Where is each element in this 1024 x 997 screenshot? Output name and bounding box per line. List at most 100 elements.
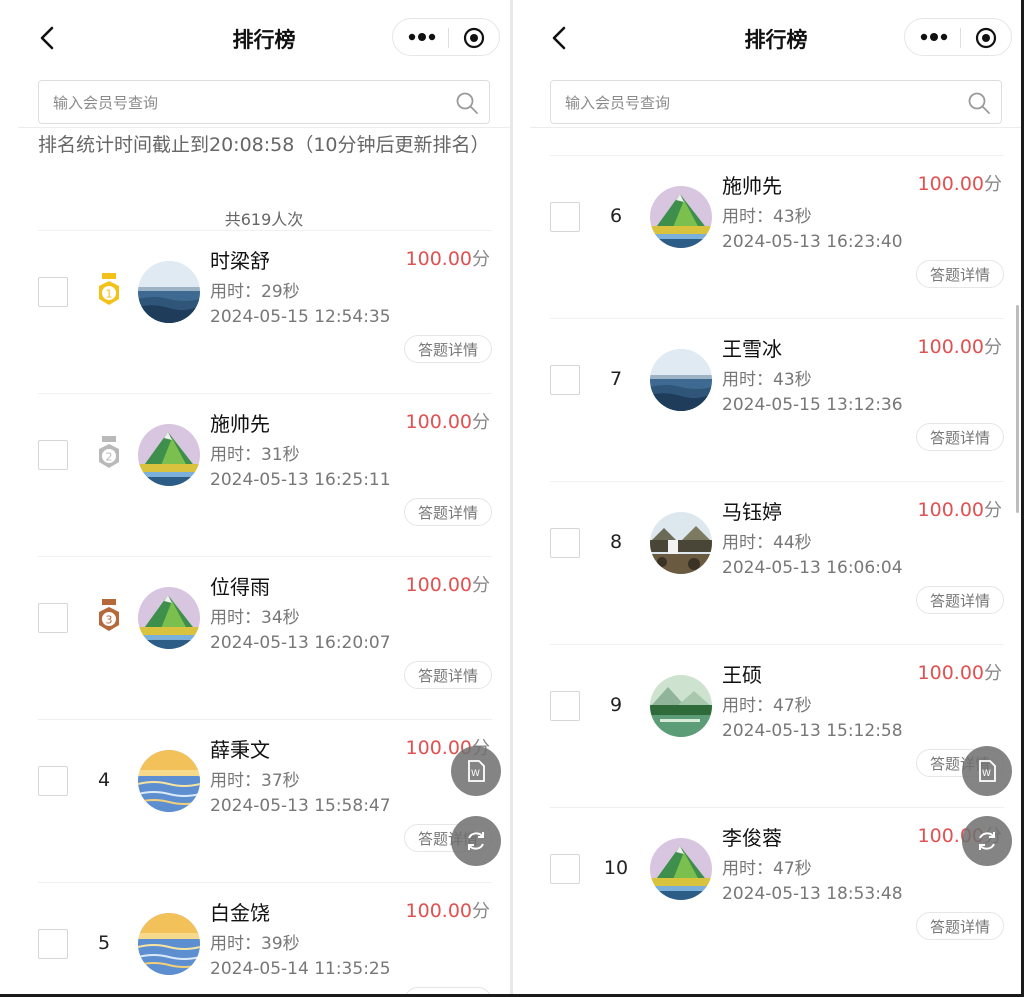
word-doc-icon: W: [979, 760, 996, 782]
word-doc-icon: W: [468, 760, 485, 782]
item-divider: [550, 644, 1004, 645]
select-checkbox[interactable]: [38, 929, 68, 959]
score-value: 100.00: [917, 499, 984, 521]
select-checkbox[interactable]: [550, 691, 580, 721]
waterfall-avatar: [650, 512, 712, 574]
refresh-icon: [979, 832, 995, 850]
answer-detail-button[interactable]: 答题详情: [404, 335, 492, 363]
search-icon[interactable]: [967, 91, 991, 115]
more-dots-icon[interactable]: [919, 28, 949, 46]
time-used: 用时：43秒: [722, 370, 812, 390]
item-divider: [38, 393, 492, 394]
close-target-icon[interactable]: [463, 27, 485, 49]
search-input[interactable]: [563, 89, 957, 117]
search-icon[interactable]: [455, 91, 479, 115]
search-input[interactable]: [51, 89, 445, 117]
mountain-avatar: [138, 587, 200, 649]
ranking-item: 6 施帅先 用时：43秒 2024-05-13 16:23:40 100.00分 答题详情: [512, 155, 1024, 318]
time-used: 用时：44秒: [722, 533, 812, 553]
score-unit: 分: [984, 663, 1002, 684]
ranking-item: 3 位得雨 用时：34秒 2024-05-13 16:20:07 100.00分 答题详情: [0, 556, 512, 719]
ranking-item: 4薛秉文用时：37秒2024-05-13 15:58:47100.00分答题详情: [0, 719, 512, 882]
nav-bar: 排行榜: [512, 0, 1024, 76]
header-divider: [530, 127, 1022, 128]
export-word-button[interactable]: W: [962, 746, 1012, 796]
item-divider: [38, 230, 492, 231]
mountain-avatar: [138, 424, 200, 486]
sunset-avatar: [138, 913, 200, 975]
mini-program-capsule: [904, 18, 1012, 56]
score-value: 100.00: [405, 411, 472, 433]
member-search-box: [550, 80, 1002, 124]
rank-number: 5: [97, 932, 111, 954]
member-name: 位得雨: [210, 575, 270, 599]
answer-detail-button[interactable]: 答题详情: [404, 498, 492, 526]
ranking-item: 7 王雪冰 用时：43秒 2024-05-15 13:12:36 100.00分 答题详情: [512, 318, 1024, 481]
score: 100.00分: [918, 659, 1002, 685]
item-divider: [38, 719, 492, 720]
nav-bar: 排行榜: [0, 0, 512, 76]
time-used: 用时：34秒: [210, 608, 300, 628]
ranking-notice: 排名统计时间截止到20:08:58（10分钟后更新排名）: [38, 134, 490, 156]
select-checkbox[interactable]: [550, 202, 580, 232]
mountain-avatar: [650, 186, 712, 248]
total-count: 共619人次: [224, 210, 304, 229]
answer-detail-button[interactable]: 答题详情: [916, 260, 1004, 288]
rank-number: 9: [609, 694, 623, 716]
rank-number: 7: [609, 368, 623, 390]
select-checkbox[interactable]: [38, 277, 68, 307]
select-checkbox[interactable]: [38, 440, 68, 470]
member-name: 王硕: [722, 663, 762, 687]
refresh-button[interactable]: [962, 816, 1012, 866]
score-unit: 分: [984, 337, 1002, 358]
mountain-avatar: [650, 838, 712, 900]
time-used: 用时：47秒: [722, 696, 812, 716]
select-checkbox[interactable]: [38, 766, 68, 796]
answer-detail-button[interactable]: 答题详情: [404, 661, 492, 689]
item-divider: [550, 481, 1004, 482]
submit-time: 2024-05-13 15:12:58: [722, 721, 903, 741]
close-target-icon[interactable]: [975, 27, 997, 49]
export-word-button[interactable]: W: [451, 746, 501, 796]
score-value: 100.00: [917, 662, 984, 684]
ranking-item: 1 时梁舒 用时：29秒 2024-05-15 12:54:35 100.00分 答题详情: [0, 230, 512, 393]
svg-text:3: 3: [106, 614, 113, 627]
score-value: 100.00: [917, 336, 984, 358]
answer-detail-button[interactable]: 答题详情: [916, 586, 1004, 614]
submit-time: 2024-05-13 16:06:04: [722, 558, 903, 578]
score: 100.00分: [406, 245, 490, 271]
submit-time: 2024-05-13 15:58:47: [210, 796, 391, 816]
answer-detail-button[interactable]: 答题详情: [916, 423, 1004, 451]
score-value: 100.00: [917, 173, 984, 195]
score-unit: 分: [472, 575, 490, 596]
svg-text:W: W: [471, 769, 480, 779]
member-name: 王雪冰: [722, 337, 782, 361]
item-divider: [38, 882, 492, 883]
submit-time: 2024-05-13 18:53:48: [722, 884, 903, 904]
sea-avatar: [138, 261, 200, 323]
scrollbar[interactable]: [1016, 305, 1019, 513]
item-divider: [550, 807, 1004, 808]
refresh-button[interactable]: [451, 816, 501, 866]
svg-text:W: W: [982, 769, 991, 779]
svg-text:1: 1: [106, 288, 113, 301]
bronze-medal-icon: 3: [92, 597, 126, 637]
ranking-item: 10李俊蓉用时：47秒2024-05-13 18:53:48100.00分答题详…: [512, 807, 1024, 970]
header-divider: [18, 127, 510, 128]
select-checkbox[interactable]: [550, 528, 580, 558]
answer-detail-button[interactable]: 答题详情: [916, 912, 1004, 940]
select-checkbox[interactable]: [550, 854, 580, 884]
sea-avatar: [650, 349, 712, 411]
score: 100.00分: [918, 496, 1002, 522]
select-checkbox[interactable]: [38, 603, 68, 633]
score-unit: 分: [984, 500, 1002, 521]
member-name: 施帅先: [210, 412, 270, 436]
svg-text:2: 2: [106, 451, 113, 464]
ranking-item: 9 王硕 用时：47秒 2024-05-13 15:12:58 100.00分 答题详情: [512, 644, 1024, 807]
more-dots-icon[interactable]: [407, 28, 437, 46]
score: 100.00分: [406, 571, 490, 597]
item-divider: [550, 318, 1004, 319]
select-checkbox[interactable]: [550, 365, 580, 395]
score: 100.00分: [406, 408, 490, 434]
ranking-item: 2 施帅先 用时：31秒 2024-05-13 16:25:11 100.00分 答题详情: [0, 393, 512, 556]
